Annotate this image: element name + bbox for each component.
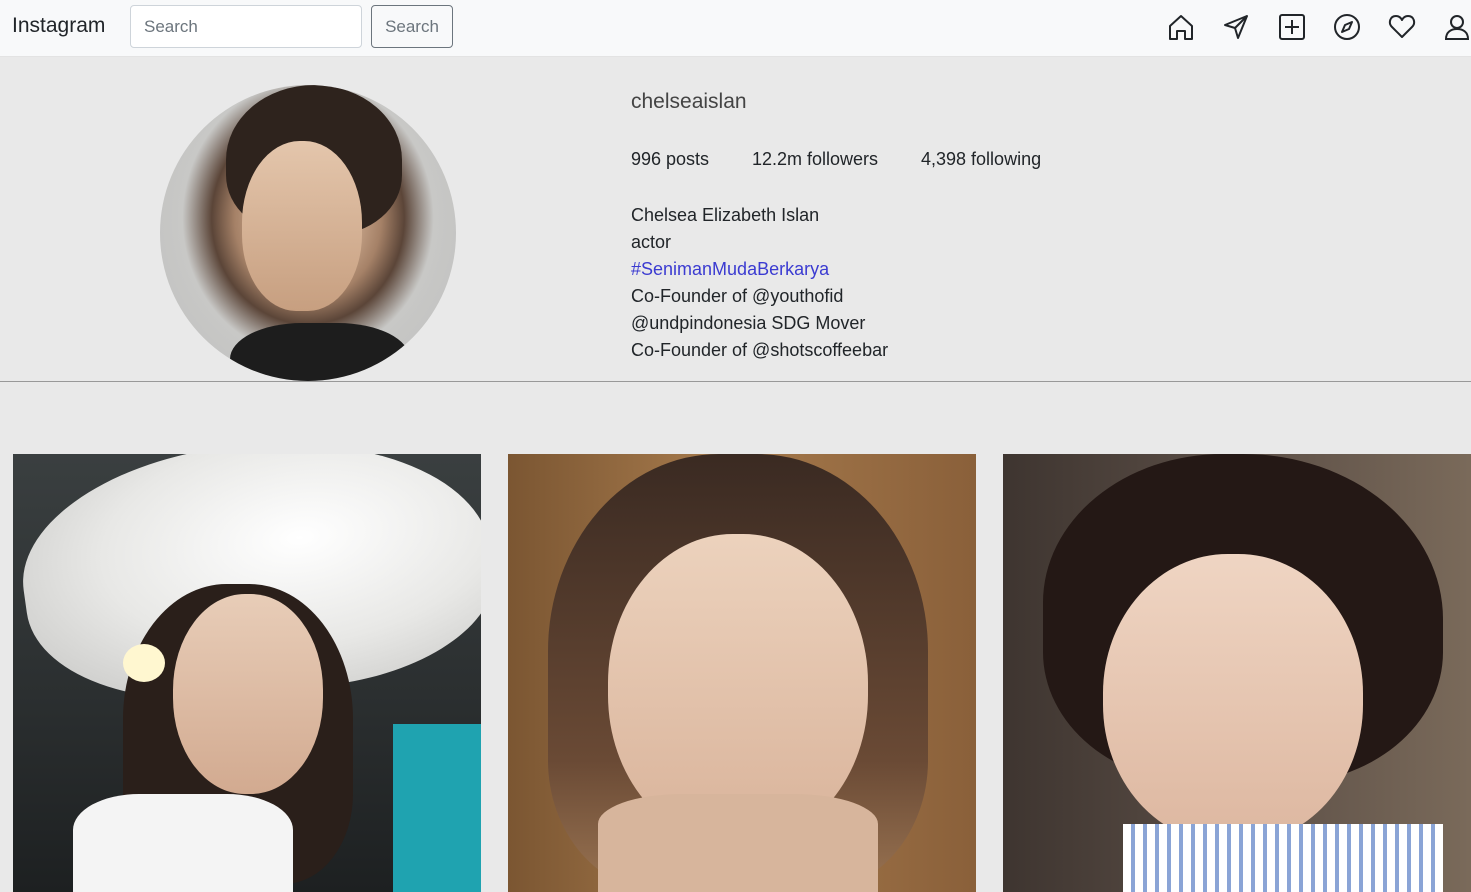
profile-username: chelseaislan — [631, 90, 747, 113]
send-icon[interactable] — [1222, 13, 1250, 41]
heart-icon[interactable] — [1388, 13, 1416, 41]
bio-line: @undpindonesia SDG Mover — [631, 313, 866, 333]
search-button[interactable]: Search — [371, 5, 453, 48]
bio-full-name: Chelsea Elizabeth Islan — [631, 205, 820, 225]
bio-line: Co-Founder of @youthofid — [631, 286, 844, 306]
bio-hashtag-link[interactable]: #SenimanMudaBerkarya — [631, 256, 888, 283]
posts-count: 996 posts — [631, 149, 710, 169]
bio-line: Co-Founder of @shotscoffeebar — [631, 340, 889, 360]
post-thumbnail[interactable] — [1003, 454, 1471, 892]
profile-header: chelseaislan 996 posts 12.2m followers 4… — [0, 57, 1471, 382]
following-count[interactable]: 4,398 following — [921, 149, 1041, 170]
profile-icon[interactable] — [1443, 13, 1471, 41]
explore-icon[interactable] — [1333, 13, 1361, 41]
profile-bio: Chelsea Elizabeth Islan actor #SenimanMu… — [631, 202, 888, 364]
search-input[interactable] — [130, 5, 362, 48]
home-icon[interactable] — [1167, 13, 1195, 41]
bio-occupation: actor — [631, 232, 672, 252]
navbar: Instagram Search — [0, 0, 1471, 57]
post-thumbnail[interactable] — [508, 454, 976, 892]
brand-logo[interactable]: Instagram — [12, 14, 105, 38]
profile-avatar[interactable] — [160, 85, 456, 381]
add-post-icon[interactable] — [1278, 13, 1306, 41]
post-thumbnail[interactable] — [13, 454, 481, 892]
followers-count[interactable]: 12.2m followers — [752, 149, 878, 170]
